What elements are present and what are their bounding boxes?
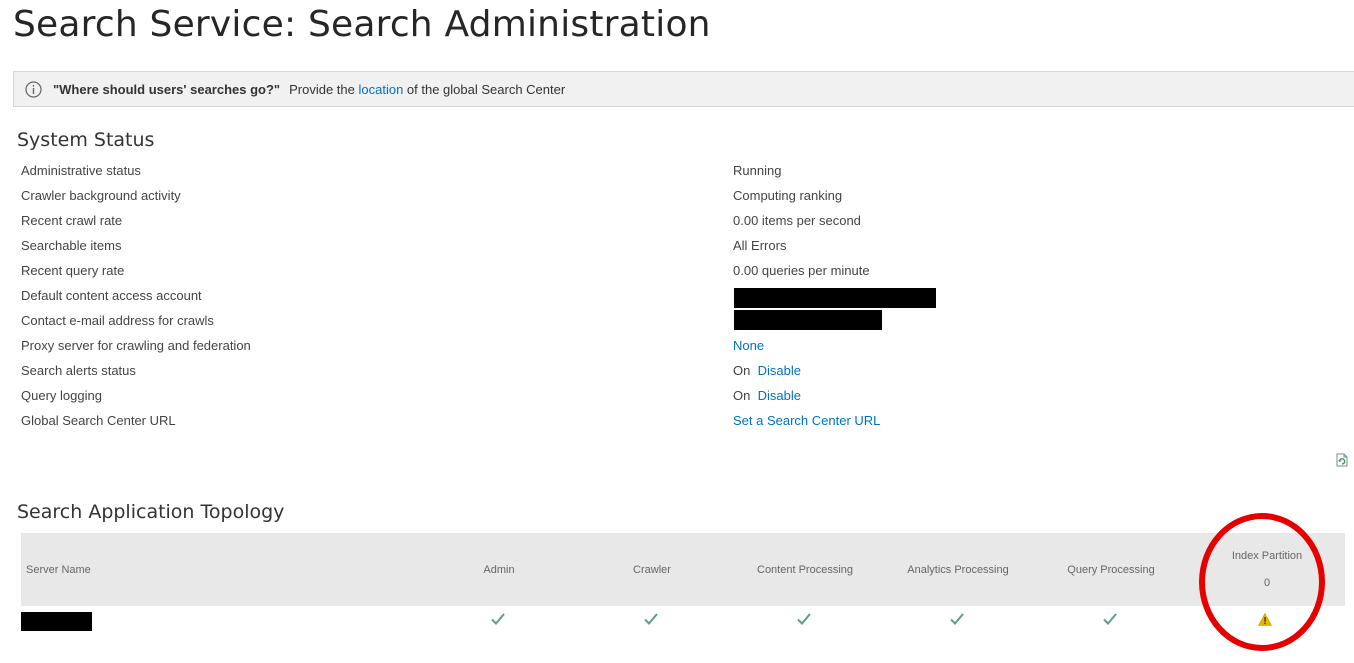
system-status-heading: System Status	[17, 129, 155, 151]
status-row-global-search-center-url: Global Search Center URL Set a Search Ce…	[21, 413, 1321, 433]
info-bar-question: "Where should users' searches go?"	[53, 81, 281, 97]
status-label: Recent crawl rate	[21, 213, 123, 228]
page-title: Search Service: Search Administration	[13, 4, 711, 45]
index-partition-number: 0	[1263, 577, 1271, 589]
search-alerts-value: On	[733, 363, 751, 378]
status-row-crawler-background-activity: Crawler background activity Computing ra…	[21, 188, 1321, 208]
status-label: Search alerts status	[21, 363, 136, 378]
status-value: 0.00 items per second	[733, 213, 861, 228]
status-label: Administrative status	[21, 163, 141, 178]
status-label: Crawler background activity	[21, 188, 181, 203]
status-label: Contact e-mail address for crawls	[21, 313, 214, 328]
info-bar-text-after: of the global Search Center	[406, 81, 566, 97]
status-label: Recent query rate	[21, 263, 125, 278]
column-admin: Admin	[483, 563, 515, 576]
status-label: Query logging	[21, 388, 102, 403]
info-bar-text-before: Provide the	[289, 81, 355, 97]
status-row-query-logging: Query logging On Disable	[21, 388, 1321, 408]
status-value: Computing ranking	[733, 188, 843, 203]
status-value: Running	[733, 163, 782, 178]
status-row-contact-email: Contact e-mail address for crawls	[21, 310, 1321, 333]
status-row-default-content-access-account: Default content access account	[21, 288, 1321, 308]
location-link[interactable]: location	[358, 82, 403, 97]
redacted-email	[734, 310, 882, 330]
status-label: Global Search Center URL	[21, 413, 176, 428]
query-logging-value: On	[733, 388, 751, 403]
column-index-partition: Index Partition 0	[1191, 533, 1343, 606]
status-value: On Disable	[733, 388, 801, 403]
column-server-name: Server Name	[26, 563, 91, 576]
status-value: On Disable	[733, 363, 801, 378]
check-icon	[796, 611, 812, 627]
topology-table: Server Name Admin Crawler Content Proces…	[21, 533, 1345, 636]
status-row-recent-crawl-rate: Recent crawl rate 0.00 items per second	[21, 213, 1321, 233]
check-icon	[1102, 611, 1118, 627]
status-row-search-alerts-status: Search alerts status On Disable	[21, 363, 1321, 383]
table-row	[21, 606, 1345, 636]
column-content-processing: Content Processing	[757, 563, 853, 576]
status-row-searchable-items: Searchable items All Errors	[21, 238, 1321, 258]
status-row-proxy-server: Proxy server for crawling and federation…	[21, 338, 1321, 358]
status-value: 0.00 queries per minute	[733, 263, 870, 278]
column-query-processing: Query Processing	[1067, 563, 1155, 576]
info-icon	[25, 80, 42, 98]
column-analytics-processing: Analytics Processing	[907, 563, 1009, 576]
topology-header-row: Server Name Admin Crawler Content Proces…	[21, 533, 1345, 606]
check-icon	[490, 611, 506, 627]
status-label: Searchable items	[21, 238, 122, 253]
refresh-icon[interactable]	[1336, 453, 1348, 467]
status-value: All Errors	[733, 238, 787, 253]
disable-search-alerts-link[interactable]: Disable	[758, 363, 801, 378]
info-bar: "Where should users' searches go?" Provi…	[13, 71, 1354, 107]
check-icon	[949, 611, 965, 627]
index-partition-label: Index Partition	[1231, 550, 1303, 562]
disable-query-logging-link[interactable]: Disable	[758, 388, 801, 403]
redacted-account	[734, 288, 936, 308]
check-icon	[643, 611, 659, 627]
topology-heading: Search Application Topology	[17, 501, 285, 523]
proxy-none-link[interactable]: None	[733, 338, 764, 353]
status-label: Default content access account	[21, 288, 202, 303]
status-label: Proxy server for crawling and federation	[21, 338, 251, 353]
warning-icon[interactable]	[1257, 612, 1274, 629]
redacted-server-name	[21, 612, 92, 631]
set-search-center-url-link[interactable]: Set a Search Center URL	[733, 413, 880, 428]
status-row-recent-query-rate: Recent query rate 0.00 queries per minut…	[21, 263, 1321, 283]
column-crawler: Crawler	[633, 563, 671, 576]
status-row-administrative-status: Administrative status Running	[21, 163, 1321, 183]
